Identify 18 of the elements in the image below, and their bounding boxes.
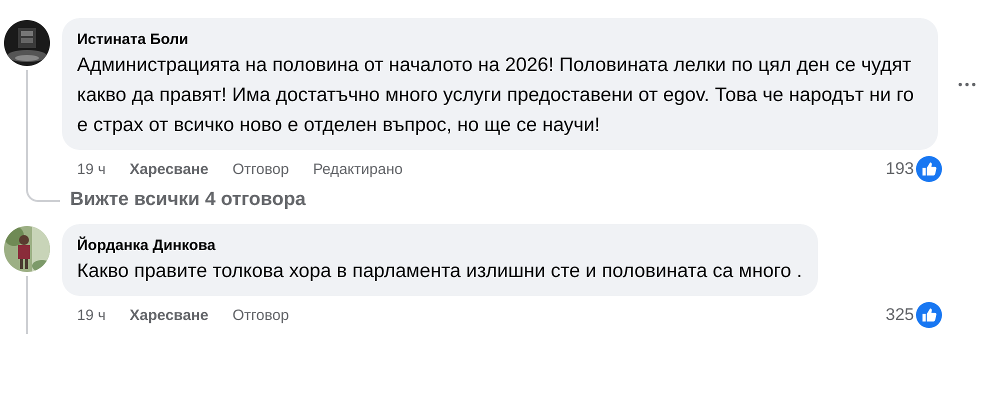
reaction-count[interactable]: 193: [886, 159, 914, 179]
comment-time[interactable]: 19 ч: [77, 160, 106, 178]
thread-connector: [26, 188, 60, 202]
reply-button[interactable]: Отговор: [232, 160, 289, 178]
comment-text: Администрацията на половина от началото на 2026! Половината лелки по цял ден се чудят какво да правят! Има достатъчно много услуги предоставени от egov. Това че народът ни го е страх от всичко ново е отделен въпрос, но ще се научи!: [77, 53, 915, 138]
reply-button[interactable]: Отговор: [232, 306, 289, 324]
comment-time[interactable]: 19 ч: [77, 306, 106, 324]
author-name[interactable]: Йорданка Динкова: [77, 236, 802, 256]
comment-text: Какво правите толкова хора в парламента излишни сте и половината са много .: [77, 259, 802, 284]
like-icon[interactable]: [916, 156, 942, 182]
edited-label: Редактирано: [312, 160, 403, 178]
view-replies-link[interactable]: Вижте всички 4 отговора: [70, 190, 306, 210]
author-name[interactable]: Истината Боли: [77, 30, 922, 50]
more-icon[interactable]: [958, 82, 976, 86]
like-button[interactable]: Харесване: [130, 160, 208, 178]
reaction-count[interactable]: 325: [886, 305, 914, 325]
like-icon[interactable]: [916, 302, 942, 328]
like-button[interactable]: Харесване: [130, 306, 208, 324]
